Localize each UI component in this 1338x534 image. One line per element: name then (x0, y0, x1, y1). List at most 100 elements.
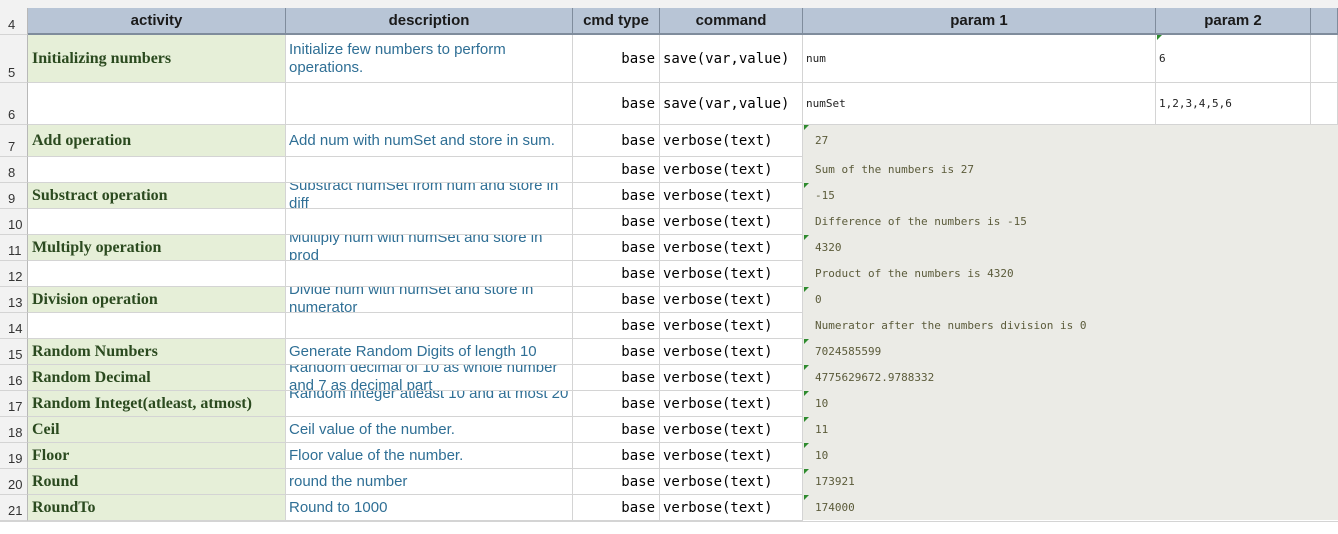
cmd-type-cell[interactable]: base (573, 261, 660, 287)
cmd-type-cell[interactable]: base (573, 35, 660, 83)
header-activity[interactable]: activity (28, 8, 286, 35)
row-number[interactable]: 20 (0, 469, 28, 495)
row-number[interactable]: 9 (0, 183, 28, 209)
description-cell[interactable]: Random decimal of 10 as whole number and… (286, 365, 573, 391)
cmd-type-cell[interactable]: base (573, 339, 660, 365)
activity-cell[interactable] (28, 261, 286, 287)
row-number[interactable]: 13 (0, 287, 28, 313)
command-cell[interactable]: verbose(text) (660, 261, 803, 287)
header-param3[interactable] (1311, 8, 1338, 35)
cmd-type-cell[interactable]: base (573, 443, 660, 469)
description-cell[interactable]: Floor value of the number. (286, 443, 573, 469)
description-cell[interactable] (286, 83, 573, 125)
row-number[interactable]: 12 (0, 261, 28, 287)
row-number[interactable]: 21 (0, 495, 28, 521)
command-cell[interactable]: verbose(text) (660, 339, 803, 365)
activity-cell[interactable]: Multiply operation (28, 235, 286, 261)
command-cell[interactable]: verbose(text) (660, 235, 803, 261)
description-cell[interactable] (286, 209, 573, 235)
command-cell[interactable]: verbose(text) (660, 495, 803, 521)
activity-cell[interactable]: RoundTo (28, 495, 286, 521)
activity-cell[interactable]: Initializing numbers (28, 35, 286, 83)
description-cell[interactable]: Divide num with numSet and store in nume… (286, 287, 573, 313)
header-cmd-type[interactable]: cmd type (573, 8, 660, 35)
row-number[interactable]: 16 (0, 365, 28, 391)
row-number[interactable]: 7 (0, 125, 28, 157)
activity-cell[interactable]: Substract operation (28, 183, 286, 209)
row-number[interactable]: 14 (0, 313, 28, 339)
param2-cell[interactable]: 1,2,3,4,5,6 (1156, 83, 1311, 125)
description-cell[interactable]: Round to 1000 (286, 495, 573, 521)
description-cell[interactable] (286, 313, 573, 339)
description-cell[interactable]: Initialize few numbers to perform operat… (286, 35, 573, 83)
command-cell[interactable]: verbose(text) (660, 287, 803, 313)
cmd-type-cell[interactable]: base (573, 125, 660, 157)
param1-value[interactable]: Numerator after the numbers division is … (815, 319, 1087, 332)
command-cell[interactable]: verbose(text) (660, 183, 803, 209)
row-number[interactable]: 8 (0, 157, 28, 183)
cmd-type-cell[interactable]: base (573, 469, 660, 495)
activity-cell[interactable]: Round (28, 469, 286, 495)
header-param2[interactable]: param 2 (1156, 8, 1311, 35)
command-cell[interactable]: save(var,value) (660, 35, 803, 83)
command-cell[interactable]: verbose(text) (660, 365, 803, 391)
param1-value[interactable]: 10 (815, 397, 828, 410)
cmd-type-cell[interactable]: base (573, 495, 660, 521)
cmd-type-cell[interactable]: base (573, 391, 660, 417)
row-number[interactable]: 6 (0, 83, 28, 125)
param3-cell[interactable] (1311, 83, 1338, 125)
activity-cell[interactable] (28, 157, 286, 183)
row-number[interactable]: 4 (0, 8, 28, 35)
param1-cell[interactable]: num (803, 35, 1156, 83)
description-cell[interactable]: Multiply num with numSet and store in pr… (286, 235, 573, 261)
param1-value[interactable]: 11 (815, 423, 828, 436)
activity-cell[interactable]: Floor (28, 443, 286, 469)
param3-cell[interactable] (1311, 35, 1338, 83)
param1-value[interactable]: 0 (815, 293, 822, 306)
cmd-type-cell[interactable]: base (573, 83, 660, 125)
param1-value[interactable]: Product of the numbers is 4320 (815, 267, 1014, 280)
description-cell[interactable]: Add num with numSet and store in sum. (286, 125, 573, 157)
activity-cell[interactable] (28, 313, 286, 339)
command-cell[interactable]: save(var,value) (660, 83, 803, 125)
row-number[interactable]: 19 (0, 443, 28, 469)
row-number[interactable]: 18 (0, 417, 28, 443)
command-cell[interactable]: verbose(text) (660, 313, 803, 339)
command-cell[interactable]: verbose(text) (660, 157, 803, 183)
param1-value[interactable]: 7024585599 (815, 345, 881, 358)
param1-value[interactable]: -15 (815, 189, 835, 202)
activity-cell[interactable] (28, 83, 286, 125)
param1-value[interactable]: 173921 (815, 475, 855, 488)
row-number[interactable]: 5 (0, 35, 28, 83)
param1-value[interactable]: 10 (815, 449, 828, 462)
row-number[interactable]: 11 (0, 235, 28, 261)
command-cell[interactable]: verbose(text) (660, 469, 803, 495)
cmd-type-cell[interactable]: base (573, 209, 660, 235)
description-cell[interactable]: Substract numSet from num and store in d… (286, 183, 573, 209)
cmd-type-cell[interactable]: base (573, 157, 660, 183)
command-cell[interactable]: verbose(text) (660, 443, 803, 469)
header-description[interactable]: description (286, 8, 573, 35)
activity-cell[interactable]: Ceil (28, 417, 286, 443)
activity-cell[interactable] (28, 209, 286, 235)
cmd-type-cell[interactable]: base (573, 313, 660, 339)
description-cell[interactable]: Generate Random Digits of length 10 (286, 339, 573, 365)
description-cell[interactable]: Ceil value of the number. (286, 417, 573, 443)
command-cell[interactable]: verbose(text) (660, 391, 803, 417)
description-cell[interactable] (286, 261, 573, 287)
row-number[interactable]: 15 (0, 339, 28, 365)
param2-cell[interactable]: 6 (1156, 35, 1311, 83)
activity-cell[interactable]: Division operation (28, 287, 286, 313)
cmd-type-cell[interactable]: base (573, 183, 660, 209)
param1-value[interactable]: Difference of the numbers is -15 (815, 215, 1027, 228)
header-param1[interactable]: param 1 (803, 8, 1156, 35)
command-cell[interactable]: verbose(text) (660, 417, 803, 443)
description-cell[interactable]: Random integer atleast 10 and at most 20 (286, 391, 573, 417)
param1-value[interactable]: Sum of the numbers is 27 (815, 163, 974, 176)
param1-value[interactable]: 4320 (815, 241, 842, 254)
activity-cell[interactable]: Random Decimal (28, 365, 286, 391)
cmd-type-cell[interactable]: base (573, 287, 660, 313)
description-cell[interactable] (286, 157, 573, 183)
row-number[interactable]: 17 (0, 391, 28, 417)
param1-value[interactable]: 174000 (815, 501, 855, 514)
